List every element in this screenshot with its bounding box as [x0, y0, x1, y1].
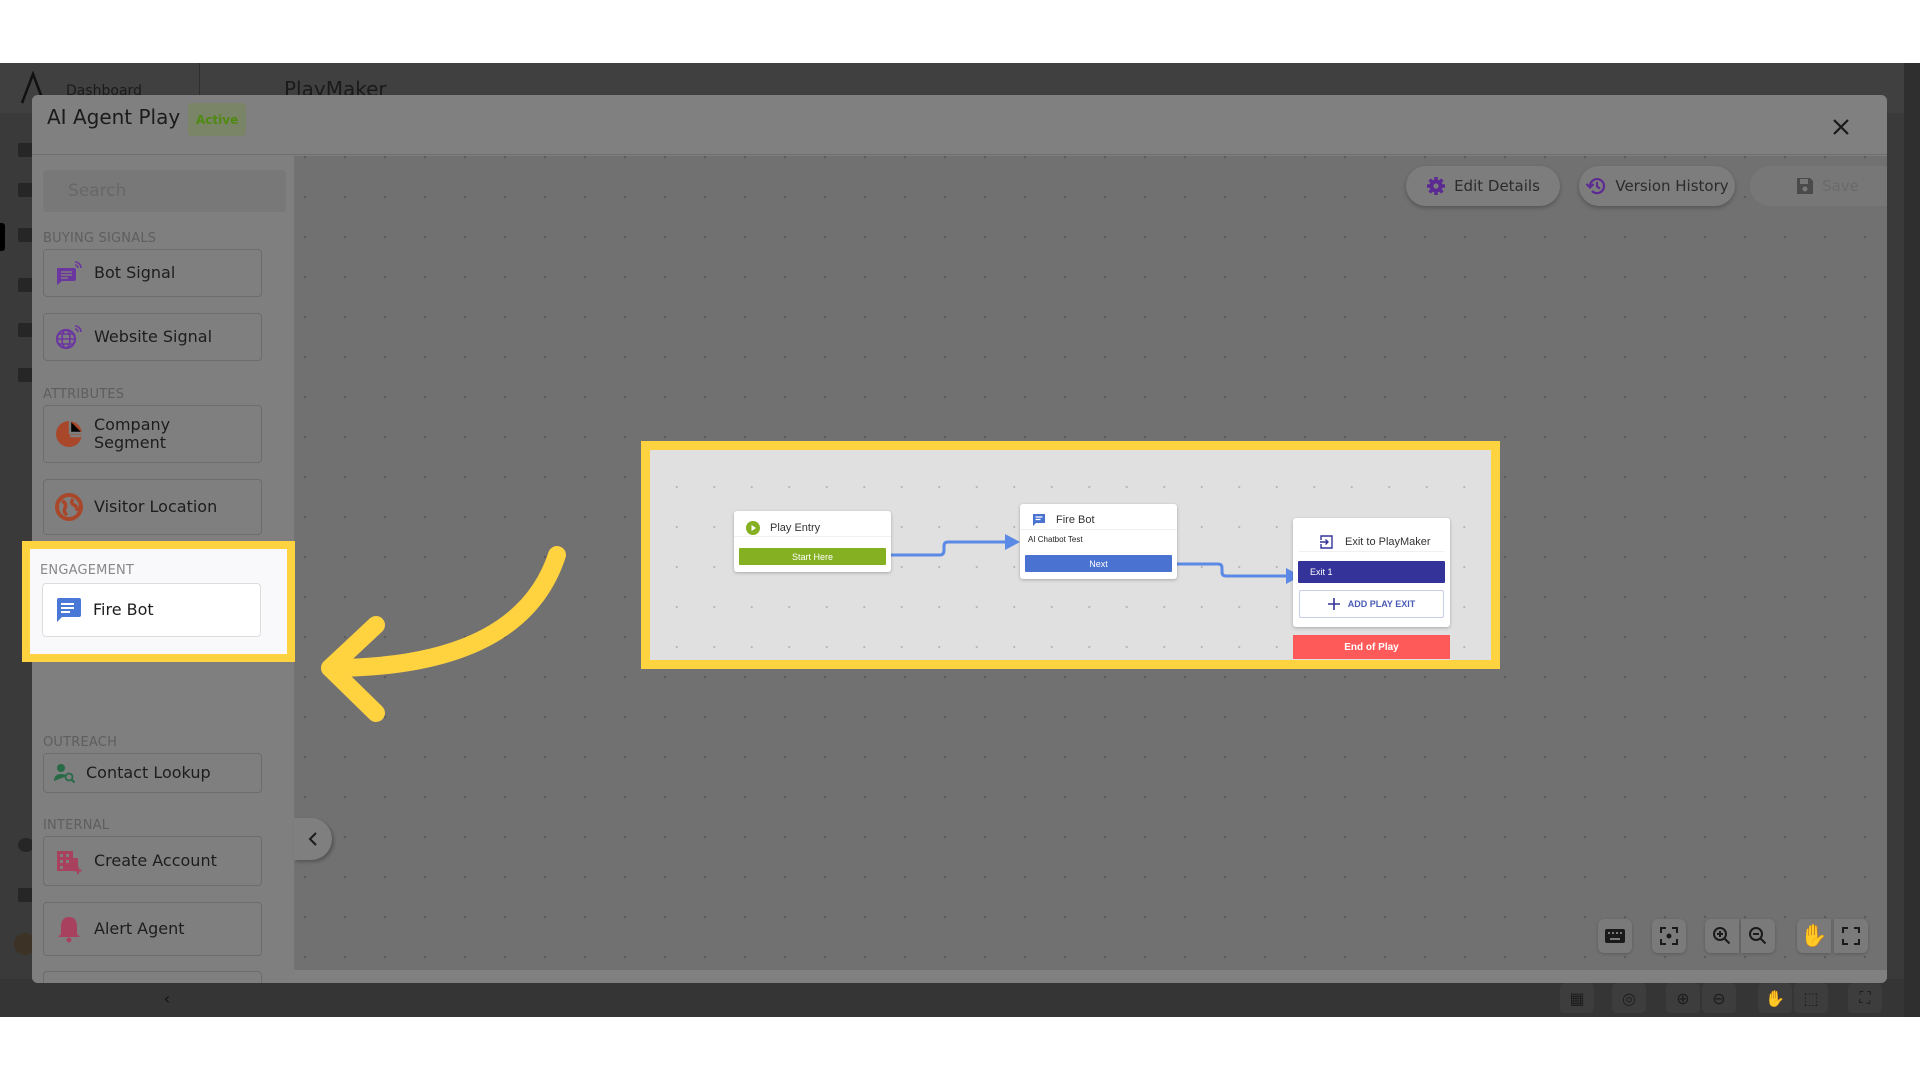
fullscreen-button[interactable]	[1834, 919, 1868, 953]
bg-zoom-in-icon: ⊕	[1666, 983, 1700, 1013]
modal-title: AI Agent Play	[47, 105, 181, 129]
bg-keyboard-icon: ▦	[1560, 983, 1594, 1013]
exit-icon	[1320, 534, 1333, 549]
bg-fullscreen-icon: ⛶	[1848, 983, 1882, 1013]
end-of-play-label: End of Play	[1293, 635, 1450, 659]
status-badge: Active	[188, 103, 247, 136]
page-scrollbar[interactable]	[1904, 63, 1920, 1017]
play-icon	[746, 520, 760, 535]
pie-chart-icon	[54, 419, 84, 449]
edit-details-button[interactable]: Edit Details	[1406, 166, 1560, 206]
sidebar-item-label: Bot Signal	[94, 263, 176, 282]
bg-zoom-out-icon: ⊖	[1702, 983, 1736, 1013]
save-button[interactable]: Save	[1750, 166, 1887, 206]
sidebar-item-label: Company Segment	[94, 415, 171, 452]
sidebar-item-bot-signal[interactable]: Bot Signal	[43, 249, 262, 297]
bg-focus-icon: ◎	[1612, 983, 1646, 1013]
node-exit-to-playmaker[interactable]: Exit to PlayMaker Exit 1 ADD PLAY EXIT	[1293, 518, 1450, 627]
chat-icon	[1033, 514, 1045, 526]
plus-icon	[1327, 598, 1340, 610]
sidebar-item-alert-agent[interactable]: Alert Agent	[43, 902, 262, 956]
sidebar-item-label: Contact Lookup	[86, 763, 211, 782]
sidebar-item-fire-bot[interactable]: Fire Bot	[42, 583, 261, 637]
rail-active-indicator	[0, 223, 5, 251]
sidebar-item-label: Visitor Location	[94, 497, 218, 516]
sidebar-item-label: Create Account	[94, 851, 217, 870]
hand-icon: ✋	[1800, 923, 1828, 949]
sidebar-item-company-segment[interactable]: Company Segment	[43, 405, 262, 463]
add-play-exit-button[interactable]: ADD PLAY EXIT	[1299, 590, 1444, 618]
node-title: Fire Bot	[1056, 514, 1095, 526]
keyboard-icon	[1605, 929, 1625, 943]
website-signal-icon	[54, 322, 84, 352]
version-history-button[interactable]: Version History	[1579, 166, 1735, 206]
node-fire-bot[interactable]: Fire Bot AI Chatbot Test Next	[1020, 504, 1177, 579]
globe-icon	[54, 492, 84, 522]
search-input[interactable]	[43, 170, 286, 212]
contact-search-icon	[50, 758, 80, 788]
modal-header: AI Agent Play Active	[32, 95, 1887, 155]
section-label-attributes: ATTRIBUTES	[43, 387, 125, 402]
section-label-internal: INTERNAL	[43, 818, 110, 833]
node-play-entry[interactable]: Play Entry Start Here	[734, 511, 891, 572]
node-title: Exit to PlayMaker	[1345, 535, 1431, 548]
highlight-flow-preview: Play Entry Start Here Fire Bot AI Chatbo…	[641, 441, 1500, 669]
section-label-buying-signals: BUYING SIGNALS	[43, 231, 157, 246]
version-history-label: Version History	[1615, 177, 1729, 195]
fullscreen-icon	[1842, 927, 1860, 945]
zoom-out-button[interactable]	[1741, 919, 1775, 953]
section-label-outreach: OUTREACH	[43, 735, 118, 750]
chevron-left-icon	[308, 832, 317, 846]
sidebar-item-label: Fire Bot	[93, 600, 154, 619]
node-title: Play Entry	[770, 521, 821, 534]
history-icon	[1586, 178, 1606, 195]
edit-details-label: Edit Details	[1454, 177, 1540, 195]
building-add-icon	[54, 846, 84, 876]
node-subtitle: AI Chatbot Test	[1028, 535, 1083, 544]
gear-icon	[1427, 177, 1446, 195]
save-icon	[1797, 178, 1814, 194]
chat-icon	[53, 595, 83, 625]
keyboard-button[interactable]	[1598, 919, 1632, 953]
exit-1-button[interactable]: Exit 1	[1298, 561, 1445, 583]
fit-view-button[interactable]	[1652, 919, 1686, 953]
sidebar-item-create-account[interactable]: Create Account	[43, 836, 262, 886]
screen: Dashboard PlayMaker ▦ ◎ ⊕ ⊖ ✋ ⬚ ⛶ ‹ AI A…	[0, 63, 1920, 1017]
start-here-button[interactable]: Start Here	[739, 548, 886, 565]
zoom-in-icon	[1713, 927, 1731, 945]
focus-icon	[1660, 927, 1678, 945]
zoom-out-icon	[1749, 927, 1767, 945]
bot-signal-icon	[54, 258, 84, 288]
save-label: Save	[1822, 177, 1859, 195]
annotation-arrow-icon	[321, 546, 566, 722]
pan-button[interactable]: ✋	[1797, 919, 1831, 953]
highlight-engagement-section: ENGAGEMENT Fire Bot	[22, 541, 295, 662]
sidebar-item-website-signal[interactable]: Website Signal	[43, 313, 262, 361]
zoom-in-button[interactable]	[1705, 919, 1739, 953]
section-label-engagement: ENGAGEMENT	[40, 563, 135, 578]
bg-hand-icon: ✋	[1758, 983, 1792, 1013]
sidebar-item-end-play[interactable]: End Play	[43, 971, 262, 983]
bell-icon	[54, 914, 84, 944]
sidebar-item-label: Alert Agent	[94, 919, 185, 938]
bg-select-icon: ⬚	[1794, 983, 1828, 1013]
next-button[interactable]: Next	[1025, 555, 1172, 572]
close-icon[interactable]	[1829, 115, 1853, 139]
sidebar-item-label: Website Signal	[94, 327, 213, 346]
sidebar-item-visitor-location[interactable]: Visitor Location	[43, 479, 262, 535]
bg-collapse-icon: ‹	[163, 988, 171, 1008]
sidebar-item-contact-lookup[interactable]: Contact Lookup	[43, 753, 262, 793]
add-play-exit-label: ADD PLAY EXIT	[1347, 599, 1416, 609]
